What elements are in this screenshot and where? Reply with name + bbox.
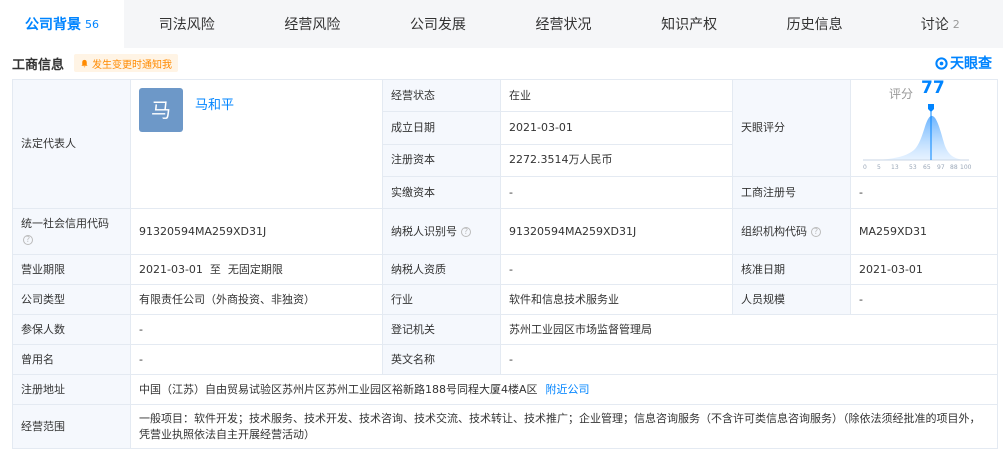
brand-name: 天眼查 bbox=[950, 56, 992, 72]
biz-reg-no-value: - bbox=[850, 176, 998, 209]
tab-intellectual-property[interactable]: 知识产权 bbox=[626, 0, 752, 48]
taxpayer-id-value: 91320594MA259XD31J bbox=[500, 208, 733, 255]
org-code-label-cell: 组织机构代码? bbox=[732, 208, 851, 255]
tab-label: 历史信息 bbox=[786, 17, 843, 33]
tick-label: 5 bbox=[877, 164, 881, 171]
reg-capital-value: 2272.3514万人民币 bbox=[500, 143, 733, 178]
english-name-label: 英文名称 bbox=[382, 344, 501, 375]
tab-label: 经营风险 bbox=[284, 17, 341, 33]
staff-size-value: - bbox=[850, 284, 998, 315]
tab-bar: 公司背景 56 司法风险 经营风险 公司发展 经营状况 知识产权 历史信息 讨论 2 bbox=[0, 0, 1003, 48]
founded-value: 2021-03-01 bbox=[500, 111, 733, 145]
tab-discussion[interactable]: 讨论 2 bbox=[877, 0, 1003, 48]
biz-reg-no-label: 工商注册号 bbox=[732, 176, 851, 209]
legal-rep-cell: 马 马和平 bbox=[130, 79, 383, 209]
tick-label: 65 bbox=[923, 164, 931, 171]
help-icon[interactable]: ? bbox=[811, 226, 821, 237]
reg-capital-label: 注册资本 bbox=[382, 143, 501, 178]
status-value: 在业 bbox=[500, 78, 733, 113]
score-marker-icon bbox=[928, 104, 934, 112]
score-cell: 评分 77 0 5 13 53 65 97 88 100 bbox=[850, 78, 998, 177]
scope-value: 一般项目：软件开发；技术服务、技术开发、技术咨询、技术交流、技术转让、技术推广；… bbox=[130, 404, 998, 449]
staff-size-label: 人员规模 bbox=[732, 284, 851, 315]
english-name-value: - bbox=[500, 344, 998, 375]
credit-code-value: 91320594MA259XD31J bbox=[130, 208, 383, 255]
score-caption: 评分 bbox=[889, 87, 914, 101]
tab-operating-status[interactable]: 经营状况 bbox=[501, 0, 627, 48]
help-icon[interactable]: ? bbox=[23, 234, 33, 245]
tab-company-development[interactable]: 公司发展 bbox=[375, 0, 501, 48]
tab-label: 知识产权 bbox=[661, 17, 718, 33]
taxpayer-id-label: 纳税人识别号 bbox=[391, 224, 457, 238]
tab-label: 公司背景 bbox=[25, 17, 81, 33]
score-value: 77 bbox=[921, 78, 945, 98]
address-value: 中国（江苏）自由贸易试验区苏州片区苏州工业园区裕新路188号同程大厦4楼A区 bbox=[139, 382, 538, 396]
tick-label: 100 bbox=[960, 164, 972, 171]
address-cell: 中国（江苏）自由贸易试验区苏州片区苏州工业园区裕新路188号同程大厦4楼A区 附近… bbox=[130, 374, 998, 405]
insured-label: 参保人数 bbox=[12, 314, 131, 345]
legal-rep-name-link[interactable]: 马和平 bbox=[195, 98, 234, 114]
taxpayer-id-label-cell: 纳税人识别号? bbox=[382, 208, 501, 255]
taxpayer-qual-label: 纳税人资质 bbox=[382, 254, 501, 285]
help-icon[interactable]: ? bbox=[461, 226, 471, 237]
term-label: 营业期限 bbox=[12, 254, 131, 285]
tab-label: 司法风险 bbox=[158, 17, 215, 33]
approval-date-label: 核准日期 bbox=[732, 254, 851, 285]
company-type-label: 公司类型 bbox=[12, 284, 131, 315]
tab-label: 公司发展 bbox=[409, 17, 466, 33]
former-name-label: 曾用名 bbox=[12, 344, 131, 375]
reg-authority-value: 苏州工业园区市场监督管理局 bbox=[500, 314, 998, 345]
tab-judicial-risk[interactable]: 司法风险 bbox=[124, 0, 250, 48]
term-value: 2021-03-01 至 无固定期限 bbox=[130, 254, 383, 285]
paid-capital-label: 实缴资本 bbox=[382, 176, 501, 209]
legal-rep-label: 法定代表人 bbox=[12, 79, 131, 209]
score-label: 天眼评分 bbox=[732, 79, 851, 177]
former-name-value: - bbox=[130, 344, 383, 375]
tick-label: 53 bbox=[909, 164, 917, 171]
section-header: 工商信息 发生变更时通知我 天眼查 bbox=[12, 51, 992, 75]
tab-company-background[interactable]: 公司背景 56 bbox=[0, 0, 124, 48]
org-code-label: 组织机构代码 bbox=[741, 224, 807, 238]
notify-label: 发生变更时通知我 bbox=[92, 59, 173, 71]
tab-history[interactable]: 历史信息 bbox=[752, 0, 878, 48]
company-type-value: 有限责任公司（外商投资、非独资） bbox=[130, 284, 383, 315]
org-code-value: MA259XD31 bbox=[850, 208, 998, 255]
distribution-curve bbox=[863, 115, 969, 160]
notify-change-button[interactable]: 发生变更时通知我 bbox=[74, 54, 179, 72]
reg-authority-label: 登记机关 bbox=[382, 314, 501, 345]
tab-operating-risk[interactable]: 经营风险 bbox=[250, 0, 376, 48]
tab-count: 2 bbox=[952, 17, 960, 31]
bell-icon bbox=[81, 59, 88, 68]
paid-capital-value: - bbox=[500, 176, 733, 209]
tab-label: 讨论 bbox=[920, 17, 949, 33]
tab-label: 经营状况 bbox=[535, 17, 592, 33]
tick-label: 13 bbox=[891, 164, 899, 171]
tick-label: 88 bbox=[950, 164, 958, 171]
insured-value: - bbox=[130, 314, 383, 345]
tab-count: 56 bbox=[85, 17, 99, 31]
credit-code-label: 统一社会信用代码 bbox=[21, 216, 109, 230]
tick-label: 0 bbox=[863, 164, 867, 171]
approval-date-value: 2021-03-01 bbox=[850, 254, 998, 285]
brand-logo: 天眼查 bbox=[935, 53, 992, 73]
tick-label: 97 bbox=[937, 164, 945, 171]
taxpayer-qual-value: - bbox=[500, 254, 733, 285]
eye-logo-icon bbox=[935, 56, 948, 70]
status-label: 经营状态 bbox=[382, 78, 501, 113]
business-info-table: 法定代表人 马 马和平 经营状态 在业 天眼评分 评分 77 0 5 13 53… bbox=[12, 78, 998, 449]
industry-label: 行业 bbox=[382, 284, 501, 315]
address-label: 注册地址 bbox=[12, 374, 131, 405]
industry-value: 软件和信息技术服务业 bbox=[500, 284, 733, 315]
scope-label: 经营范围 bbox=[12, 404, 131, 449]
nearby-companies-link[interactable]: 附近公司 bbox=[546, 383, 590, 396]
credit-code-label-cell: 统一社会信用代码 ? bbox=[12, 208, 131, 255]
avatar[interactable]: 马 bbox=[139, 88, 183, 132]
section-title: 工商信息 bbox=[12, 57, 65, 73]
founded-label: 成立日期 bbox=[382, 111, 501, 145]
score-distribution-chart: 0 5 13 53 65 97 88 100 bbox=[863, 104, 972, 171]
